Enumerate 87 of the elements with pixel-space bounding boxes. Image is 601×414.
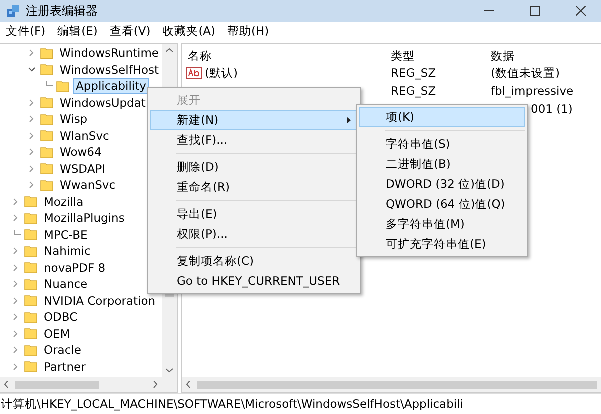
tree-item[interactable]: Partner bbox=[41, 358, 89, 375]
menu-item[interactable]: 导出(E) bbox=[150, 204, 358, 224]
menu-item[interactable]: 查找(F)... bbox=[150, 130, 358, 150]
folder-icon bbox=[24, 344, 38, 357]
folder-icon bbox=[40, 112, 54, 126]
scrollbar-thumb[interactable] bbox=[197, 380, 597, 388]
column-header[interactable]: 数据 bbox=[485, 46, 601, 66]
registry-app-icon bbox=[6, 4, 20, 18]
folder-icon bbox=[56, 80, 70, 93]
horizontal-scrollbar[interactable] bbox=[182, 377, 601, 392]
menu-bar-item[interactable]: 收藏夹(A) bbox=[156, 24, 222, 38]
tree-item[interactable]: Wisp bbox=[57, 111, 91, 128]
tree-item[interactable]: WindowsSelfHost bbox=[56, 62, 162, 78]
folder-icon bbox=[24, 228, 38, 242]
tree-item[interactable]: WindowsRuntime bbox=[56, 45, 162, 62]
tree-item[interactable]: Nahimic bbox=[41, 243, 94, 260]
window-title: 注册表编辑器 bbox=[26, 2, 99, 20]
folder-icon bbox=[24, 278, 38, 291]
folder-icon bbox=[24, 244, 38, 258]
menu-item[interactable]: 删除(D) bbox=[150, 157, 358, 177]
menu-item[interactable]: 可扩充字符串值(E) bbox=[359, 234, 525, 254]
value-type: REG_SZ bbox=[391, 84, 436, 98]
menu-item[interactable]: 二进制值(B) bbox=[359, 154, 525, 174]
folder-icon bbox=[40, 162, 54, 176]
value-data: 001 (1) bbox=[531, 102, 573, 116]
folder-icon bbox=[24, 310, 38, 324]
tree-item[interactable]: Applicability bbox=[73, 78, 150, 94]
folder-icon bbox=[40, 63, 54, 76]
tree-item[interactable]: WSDAPI bbox=[57, 160, 109, 177]
tree-item[interactable]: ODBC bbox=[41, 309, 81, 326]
folder-icon bbox=[40, 46, 54, 60]
tree-item[interactable]: NVIDIA Corporation bbox=[41, 292, 159, 309]
value-type: REG_SZ bbox=[391, 66, 436, 80]
scroll-right-icon[interactable] bbox=[153, 381, 158, 388]
scroll-left-icon[interactable] bbox=[4, 381, 9, 388]
menu-item[interactable]: 字符串值(S) bbox=[359, 134, 525, 154]
menu-item[interactable]: 复制项名称(C) bbox=[150, 251, 358, 271]
value-data: (数值未设置) bbox=[491, 66, 560, 80]
submenu-arrow-icon bbox=[347, 116, 351, 124]
menu-item[interactable]: 新建(N) bbox=[150, 110, 358, 130]
menu-item[interactable]: Go to HKEY_CURRENT_USER bbox=[150, 271, 358, 291]
menu-bar-item[interactable]: 帮助(H) bbox=[222, 24, 276, 38]
folder-icon bbox=[24, 261, 38, 274]
tree-item[interactable]: MPC-BE bbox=[41, 226, 91, 243]
tree-item[interactable]: Wow64 bbox=[57, 144, 105, 160]
scroll-left-icon[interactable] bbox=[186, 381, 191, 388]
folder-icon bbox=[24, 212, 38, 225]
tree-item[interactable]: OEM bbox=[41, 326, 74, 342]
tree-item[interactable]: Mozilla bbox=[41, 194, 87, 210]
close-icon bbox=[576, 6, 586, 16]
tree-item[interactable]: MozillaPlugins bbox=[41, 210, 128, 226]
collapse-chevron-icon[interactable] bbox=[28, 66, 36, 74]
menu-item[interactable]: 项(K) bbox=[359, 107, 525, 127]
registry-path: 计算机\HKEY_LOCAL_MACHINE\SOFTWARE\Microsoft\WindowsSelfHost\Applicabili bbox=[0, 396, 464, 412]
horizontal-scrollbar[interactable] bbox=[0, 377, 162, 392]
menu-bar-item[interactable]: 编辑(E) bbox=[52, 24, 104, 38]
menu-bar-item[interactable]: 查看(V) bbox=[104, 24, 157, 38]
folder-icon bbox=[40, 129, 54, 142]
column-header[interactable]: 名称 bbox=[182, 46, 385, 66]
tree-item[interactable]: WindowsUpdat bbox=[57, 94, 149, 111]
scroll-up-icon[interactable] bbox=[166, 48, 173, 53]
menu-item[interactable]: 多字符串值(M) bbox=[359, 214, 525, 234]
folder-icon bbox=[40, 146, 54, 159]
folder-icon bbox=[24, 360, 38, 374]
menu-item[interactable]: DWORD (32 位)值(D) bbox=[359, 174, 525, 194]
folder-icon bbox=[24, 195, 38, 208]
value-data: fbl_impressive bbox=[491, 84, 574, 98]
tree-item[interactable]: Nuance bbox=[41, 276, 91, 292]
menu-item[interactable]: 重命名(R) bbox=[150, 177, 358, 197]
folder-icon bbox=[24, 294, 38, 308]
menu-item[interactable]: QWORD (64 位)值(Q) bbox=[359, 194, 525, 214]
folder-icon bbox=[24, 327, 38, 340]
expand-chevron-icon[interactable] bbox=[28, 49, 36, 58]
scrollbar-thumb[interactable] bbox=[15, 380, 99, 388]
tree-item[interactable]: novaPDF 8 bbox=[41, 260, 109, 276]
folder-icon bbox=[40, 96, 54, 110]
scroll-down-icon[interactable] bbox=[166, 368, 173, 373]
string-value-icon bbox=[186, 66, 202, 80]
value-name[interactable]: (默认) bbox=[205, 66, 238, 80]
maximize-icon bbox=[530, 6, 540, 16]
menu-item[interactable]: 权限(P)... bbox=[150, 224, 358, 244]
tree-item[interactable]: Oracle bbox=[41, 342, 84, 358]
folder-icon bbox=[40, 178, 54, 192]
tree-item[interactable]: WlanSvc bbox=[57, 128, 112, 144]
tree-item[interactable]: WwanSvc bbox=[57, 177, 119, 194]
column-header[interactable]: 类型 bbox=[385, 46, 485, 66]
menu-bar-item[interactable]: 文件(F) bbox=[0, 24, 52, 38]
